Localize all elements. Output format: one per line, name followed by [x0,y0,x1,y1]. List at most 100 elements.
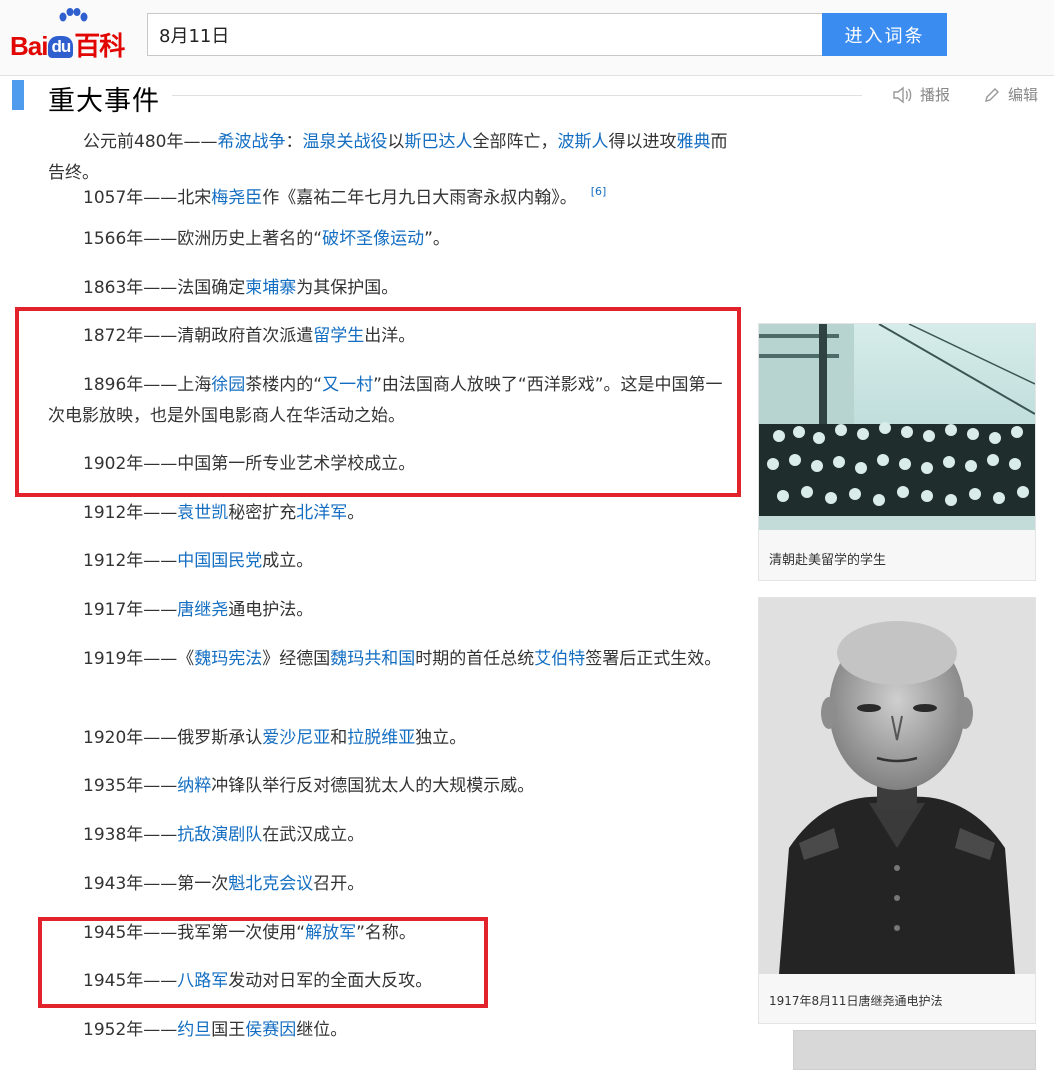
event-link[interactable]: 魏玛宪法 [194,649,262,669]
event-text: 1872年——清朝政府首次派遣 [83,326,314,346]
students-photo [759,324,1035,530]
event-text: 1566年——欧洲历史上著名的“ [83,229,323,249]
event-link[interactable]: 纳粹 [177,776,211,796]
event-item: 1566年——欧洲历史上著名的“破坏圣像运动”。 [48,224,738,255]
baidu-baike-logo[interactable]: Bai du 百科 [10,8,138,61]
listen-label: 播报 [920,86,951,104]
event-text: 1952年—— [83,1020,178,1040]
figure-tang-jiyao[interactable]: 1917年8月11日唐继尧通电护法 [758,597,1036,1024]
event-link[interactable]: 留学生 [313,326,364,346]
event-text: 全部阵亡， [472,132,558,152]
event-item: 1945年——我军第一次使用“解放军”名称。 [48,918,738,949]
event-link[interactable]: 破坏圣像运动 [322,229,424,249]
event-link[interactable]: 希波战争 [217,132,285,152]
event-item: 1863年——法国确定柬埔寨为其保护国。 [48,273,738,304]
event-link[interactable]: 梅尧臣 [211,188,262,208]
event-link[interactable]: 徐园 [211,375,245,395]
event-link[interactable]: 爱沙尼亚 [262,728,330,748]
event-item: 1902年——中国第一所专业艺术学校成立。 [48,449,738,480]
event-item: 1920年——俄罗斯承认爱沙尼亚和拉脱维亚独立。 [48,723,738,754]
event-text: 以 [387,132,405,152]
figure-caption: 清朝赴美留学的学生 [769,553,887,568]
event-text: 1919年——《 [83,649,195,669]
event-link[interactable]: 拉脱维亚 [347,728,415,748]
event-link[interactable]: 又一村 [322,375,373,395]
event-item: 1943年——第一次魁北克会议召开。 [48,869,738,900]
event-link[interactable]: 斯巴达人 [404,132,472,152]
event-text: 茶楼内的“ [245,375,323,395]
event-text: ： [285,132,303,152]
event-item: 1938年——抗敌演剧队在武汉成立。 [48,820,738,851]
event-text: 发动对日军的全面大反攻。 [228,971,433,991]
event-item: 1912年——袁世凯秘密扩充北洋军。 [48,498,738,529]
event-text: 1945年——我军第一次使用“ [83,923,306,943]
event-link[interactable]: 艾伯特 [534,649,585,669]
edit-label: 编辑 [1008,86,1039,104]
event-link[interactable]: 解放军 [305,923,356,943]
event-item: 1945年——八路军发动对日军的全面大反攻。 [48,966,738,997]
top-bar: Baidu百科 进入词条 [0,0,1054,76]
event-text: 在武汉成立。 [262,825,365,845]
event-link[interactable]: 波斯人 [557,132,608,152]
section-title: 重大事件 [48,86,160,117]
section-accent-bar [12,80,24,110]
event-text: 1863年——法国确定 [83,278,246,298]
listen-button[interactable]: 播报 [892,84,950,105]
event-text: 出洋。 [364,326,416,346]
event-link[interactable]: 中国国民党 [177,551,262,571]
event-link[interactable]: 北洋军 [296,503,347,523]
event-text: 》经德国 [262,649,331,669]
event-link[interactable]: 八路军 [177,971,228,991]
citation-link[interactable]: [6] [591,185,607,198]
edit-button[interactable]: 编辑 [984,84,1038,105]
event-text: 。 [347,503,365,523]
event-text: 冲锋队举行反对德国犹太人的大规模示威。 [211,776,535,796]
event-text: 召开。 [313,874,365,894]
event-text: 得以进攻 [608,132,677,152]
event-link[interactable]: 抗敌演剧队 [177,825,262,845]
figure-students[interactable]: 清朝赴美留学的学生 [758,323,1036,581]
event-item: 1917年——唐继尧通电护法。 [48,595,738,626]
event-item: 1057年——北宋梅尧臣作《嘉祐二年七月九日大雨寄永叔内翰》。 [6] [48,176,738,214]
event-item: 1935年——纳粹冲锋队举行反对德国犹太人的大规模示威。 [48,771,738,802]
speaker-icon [893,86,912,103]
event-text: 时期的首任总统 [415,649,535,669]
event-item: 1896年——上海徐园茶楼内的“又一村”由法国商人放映了“西洋影戏”。这是中国第… [48,370,738,432]
event-link[interactable]: 魏玛共和国 [330,649,415,669]
event-item: 1872年——清朝政府首次派遣留学生出洋。 [48,321,738,352]
event-text: 成立。 [262,551,314,571]
event-text: 1943年——第一次 [83,874,229,894]
event-text: 作《嘉祐二年七月九日大雨寄永叔内翰》。 [262,188,577,208]
event-link[interactable]: 魁北克会议 [228,874,313,894]
event-text: 1945年—— [83,971,178,991]
event-text: 秘密扩充 [228,503,297,523]
event-text: 国王 [211,1020,246,1040]
event-text: 1057年——北宋 [83,188,212,208]
event-text: 1935年—— [83,776,178,796]
event-item: 1919年——《魏玛宪法》经德国魏玛共和国时期的首任总统艾伯特签署后正式生效。 [48,644,738,675]
event-text: 1938年—— [83,825,178,845]
event-text: 1920年——俄罗斯承认 [83,728,263,748]
event-link[interactable]: 雅典 [676,132,710,152]
event-text: ”。 [424,229,450,249]
figure-caption: 1917年8月11日唐继尧通电护法 [769,994,943,1008]
event-link[interactable]: 约旦 [177,1020,211,1040]
logo-text: Bai du 百科 [10,31,125,61]
event-link[interactable]: 袁世凯 [177,503,228,523]
event-text: 1902年——中国第一所专业艺术学校成立。 [83,454,416,474]
event-link[interactable]: 温泉关战役 [302,132,387,152]
event-text: 独立。 [415,728,467,748]
figure-partial[interactable] [793,1030,1036,1070]
event-link[interactable]: 侯赛因 [245,1020,296,1040]
section-divider [172,95,862,96]
event-item: 1912年——中国国民党成立。 [48,546,738,577]
search-input[interactable] [147,13,823,56]
event-text: 公元前480年—— [83,132,218,152]
event-text: 1896年——上海 [83,375,212,395]
event-text: 1912年—— [83,503,178,523]
enter-entry-button[interactable]: 进入词条 [822,13,947,56]
event-text: ”名称。 [356,923,416,943]
event-link[interactable]: 唐继尧 [177,600,228,620]
event-link[interactable]: 柬埔寨 [245,278,296,298]
event-text: 签署后正式生效。 [585,649,722,669]
